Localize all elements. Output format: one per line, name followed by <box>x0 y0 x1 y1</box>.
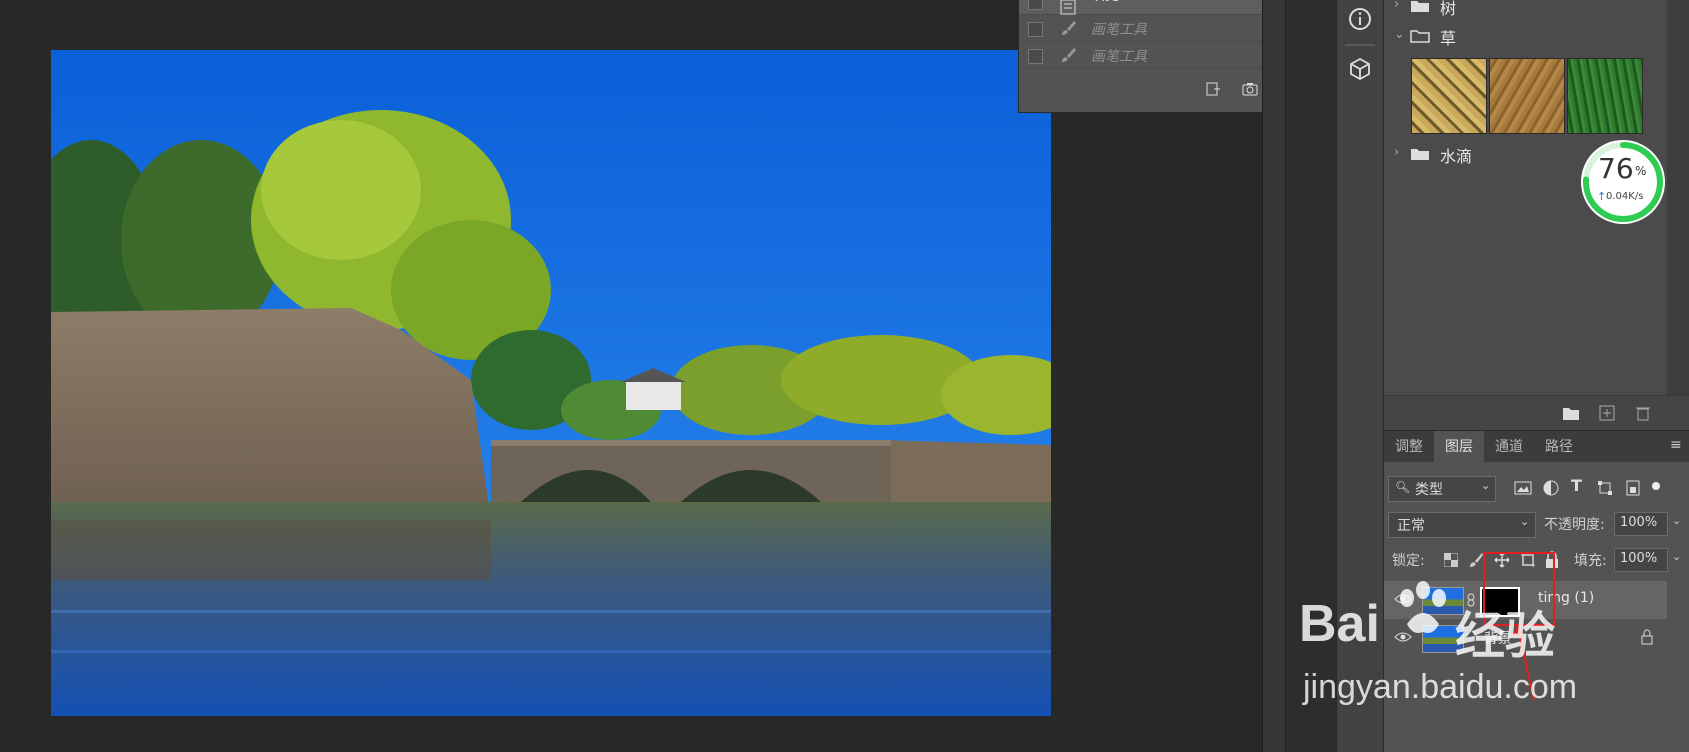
opacity-input[interactable]: 100% <box>1614 512 1668 536</box>
camera-snapshot-icon[interactable] <box>1241 80 1259 98</box>
shape-filter-icon[interactable] <box>1596 479 1614 497</box>
history-label: 填充 <box>1091 0 1119 5</box>
fill-label: 填充: <box>1574 553 1607 569</box>
chevron-right-icon[interactable]: › <box>1394 145 1399 160</box>
delete-icon[interactable] <box>1634 404 1652 422</box>
swatch-group-trees[interactable]: › 树 <box>1384 0 1667 20</box>
chevron-down-icon: ⌄ <box>1481 479 1491 492</box>
list-icon <box>1060 0 1076 15</box>
swatches-footer <box>1384 395 1689 431</box>
paw-icon <box>1400 581 1446 633</box>
speed-percent-sign: % <box>1635 164 1647 178</box>
grass-swatch-dry[interactable] <box>1411 58 1487 134</box>
search-icon: 🔍︎ <box>1395 480 1411 494</box>
filter-toggle[interactable] <box>1652 482 1660 490</box>
chevron-down-icon[interactable]: ⌄ <box>1672 550 1681 563</box>
brush-icon <box>1062 48 1076 62</box>
speed-percent: 76 <box>1598 152 1634 185</box>
info-icon[interactable] <box>1346 5 1374 33</box>
folder-icon <box>1411 1 1429 12</box>
new-group-icon[interactable] <box>1562 405 1580 421</box>
tab-paths[interactable]: 路径 <box>1534 431 1584 463</box>
grass-swatch-brown[interactable] <box>1489 58 1565 134</box>
panel-gutter <box>1262 0 1285 752</box>
type-filter-icon[interactable]: T <box>1571 476 1582 495</box>
brush-icon <box>1062 21 1076 35</box>
watermark-url: jingyan.baidu.com <box>1303 668 1578 706</box>
swatch-group-label: 水滴 <box>1440 147 1473 166</box>
network-speed-widget[interactable]: 76 % ↑ 0.04K/s <box>1581 140 1665 224</box>
adjustment-filter-icon[interactable] <box>1542 479 1560 497</box>
tab-adjustments[interactable]: 调整 <box>1384 431 1434 463</box>
layers-tab-bar: 调整 图层 通道 路径 ≡ <box>1384 430 1689 463</box>
blend-mode-select[interactable]: 正常 ⌄ <box>1388 512 1536 538</box>
swatches-scroll-track[interactable] <box>1667 0 1689 430</box>
chevron-right-icon[interactable]: › <box>1394 0 1399 12</box>
history-checkbox[interactable] <box>1028 0 1043 10</box>
lock-label: 锁定: <box>1392 553 1425 569</box>
upload-arrow-icon: ↑ <box>1597 190 1607 203</box>
photo-imperial-palace-bridge <box>51 50 1051 716</box>
history-label: 画笔工具 <box>1091 49 1147 65</box>
layer-filter-select[interactable]: 🔍︎ 类型 ⌄ <box>1388 476 1496 502</box>
3d-cube-icon[interactable] <box>1346 55 1374 83</box>
speed-rate: 0.04K/s <box>1606 191 1644 202</box>
blend-mode-value: 正常 <box>1397 518 1425 534</box>
document-canvas[interactable] <box>51 50 1051 716</box>
opacity-value: 100% <box>1620 515 1658 530</box>
folder-icon <box>1411 149 1429 160</box>
history-checkbox[interactable] <box>1028 49 1043 64</box>
watermark-brand-left: Bai <box>1299 595 1380 653</box>
opacity-label: 不透明度: <box>1544 517 1605 533</box>
fill-value: 100% <box>1620 551 1658 566</box>
history-label: 画笔工具 <box>1091 22 1147 38</box>
swatch-group-grass[interactable]: ⌄ 草 <box>1384 22 1667 50</box>
baidu-jingyan-watermark: Bai 经验 jingyan.baidu.com <box>1295 572 1675 722</box>
swatch-group-label: 树 <box>1440 0 1457 18</box>
new-document-from-state-icon[interactable] <box>1204 80 1222 98</box>
chevron-down-icon[interactable]: ⌄ <box>1672 514 1681 527</box>
tab-channels[interactable]: 通道 <box>1484 431 1534 463</box>
watermark-brand-right: 经验 <box>1455 607 1555 665</box>
lock-pixels-icon[interactable] <box>1468 552 1484 568</box>
smart-object-filter-icon[interactable] <box>1624 479 1642 497</box>
chevron-down-icon[interactable]: ⌄ <box>1394 27 1405 42</box>
divider <box>1345 44 1375 46</box>
new-swatch-icon[interactable] <box>1598 404 1616 422</box>
image-filter-icon[interactable] <box>1514 480 1532 496</box>
open-folder-icon <box>1410 30 1430 43</box>
panel-menu-icon[interactable]: ≡ <box>1670 437 1682 453</box>
history-checkbox[interactable] <box>1028 22 1043 37</box>
grass-swatch-green[interactable] <box>1567 58 1643 134</box>
swatch-group-label: 草 <box>1440 29 1457 48</box>
lock-transparency-icon[interactable] <box>1444 553 1458 567</box>
chevron-down-icon: ⌄ <box>1520 515 1530 528</box>
layer-filter-label: 类型 <box>1415 482 1443 498</box>
tab-layers[interactable]: 图层 <box>1434 431 1484 463</box>
fill-input[interactable]: 100% <box>1614 548 1668 572</box>
